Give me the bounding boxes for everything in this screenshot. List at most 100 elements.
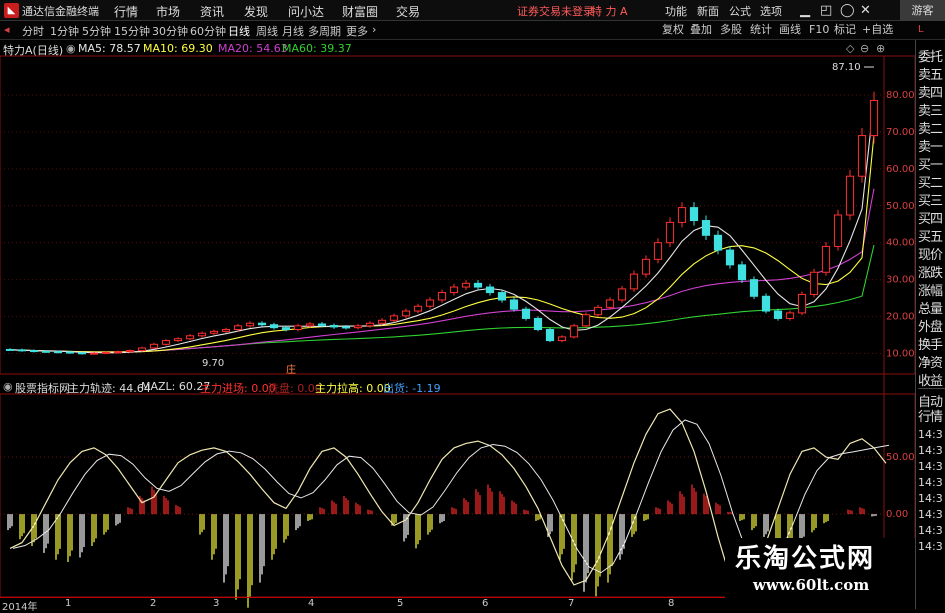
tool-add-watchlist[interactable]: +自选 [862, 22, 893, 38]
sub-indicator-settings-icon[interactable]: ◉ [3, 380, 13, 393]
tool-overlay[interactable]: 叠加 [690, 22, 712, 38]
menu-item-quotes[interactable]: 行情 [114, 3, 138, 20]
indicator-settings-icon[interactable]: ◉ [66, 42, 76, 55]
minimize-icon[interactable]: ▁ [800, 3, 810, 18]
panel-label-buy3: 买三 [918, 194, 943, 209]
menu-item-formula[interactable]: 公式 [729, 3, 751, 19]
candle-body [797, 293, 807, 314]
ma60-label: MA60: 39.37 [282, 42, 352, 55]
sub-chart-title: 股票指标网 [15, 382, 70, 395]
candle-body [713, 234, 723, 251]
restore-icon[interactable]: ◰ [820, 3, 832, 18]
menu-item-trade[interactable]: 交易 [396, 3, 420, 20]
tool-multi-stock[interactable]: 多股 [720, 22, 742, 38]
candle-body [653, 242, 663, 260]
menu-item-options[interactable]: 选项 [760, 3, 782, 19]
tick-time: 14:3 [918, 524, 943, 537]
main-panel-frame [0, 55, 915, 375]
candle-body [737, 264, 747, 281]
tab-1min[interactable]: 1分钟 [50, 23, 79, 39]
chart-area[interactable]: 80.0070.0060.0050.0040.0030.0020.0010.00… [0, 0, 915, 609]
chevron-right-icon[interactable]: › [372, 23, 376, 36]
close-icon[interactable]: ✕ [860, 3, 871, 18]
tool-adjust[interactable]: 复权 [662, 22, 684, 38]
tab-daily[interactable]: 日线 [228, 23, 250, 39]
menu-item-ask[interactable]: 问小达 [288, 3, 324, 20]
panel-label-volume: 总量 [918, 302, 943, 317]
candle-body [677, 207, 687, 223]
price-tick-label: 40.00 [886, 238, 915, 249]
candle-body [521, 308, 531, 319]
watermark-url: www.60lt.com [753, 576, 870, 594]
main-chart-title: 特力A(日线) [3, 44, 64, 57]
tool-f10[interactable]: F10 [809, 22, 829, 38]
tab-15min[interactable]: 15分钟 [114, 23, 150, 39]
tick-time: 14:3 [918, 428, 943, 441]
candle-body [869, 99, 879, 137]
panel-label-buy1: 买一 [918, 158, 943, 173]
candle-body [257, 322, 267, 326]
candle-body [389, 315, 399, 321]
tab-intraday[interactable]: 分时 [22, 23, 44, 39]
panel-label-sell5: 卖五 [918, 68, 943, 83]
tool-statistics[interactable]: 统计 [750, 22, 772, 38]
candle-body [17, 349, 27, 352]
candle-body [77, 352, 87, 355]
quote-side-panel: 委托 卖五 卖四 卖三 卖二 卖一 买一 买二 买三 买四 买五 现价 涨跌 涨… [915, 40, 945, 609]
panel-label-sell4: 卖四 [918, 86, 943, 101]
watermark-title: 乐淘公式网 [735, 544, 876, 574]
tab-30min[interactable]: 30分钟 [152, 23, 188, 39]
tick-time: 14:3 [918, 540, 943, 553]
panel-label-buy2: 买二 [918, 176, 943, 191]
candle-body [701, 220, 711, 236]
candle-body [617, 288, 627, 301]
candle-body [377, 319, 387, 324]
tab-multi-period[interactable]: 多周期 [308, 23, 341, 39]
candle-body [497, 292, 507, 301]
chart-plus-icon[interactable]: ⊕ [876, 42, 885, 55]
tick-time: 14:3 [918, 476, 943, 489]
trade-login-warning[interactable]: 证券交易未登录 [517, 3, 594, 19]
price-tick-label: 30.00 [886, 275, 915, 286]
menu-item-news[interactable]: 资讯 [200, 3, 224, 20]
candle-body [821, 245, 831, 273]
menu-item-discover[interactable]: 发现 [244, 3, 268, 20]
ma20-label: MA20: 54.63 [218, 42, 288, 55]
panel-label-change: 涨跌 [918, 266, 943, 281]
panel-label-earnings: 收益 [918, 374, 943, 389]
tool-mark[interactable]: 标记 [834, 22, 856, 38]
settings-icon[interactable]: ◯ [840, 3, 855, 18]
price-tick-label: 80.00 [886, 90, 915, 101]
candle-body [473, 282, 483, 288]
tab-60min[interactable]: 60分钟 [190, 23, 226, 39]
tab-weekly[interactable]: 周线 [256, 23, 278, 39]
candle-body [29, 350, 39, 353]
panel-toggle-icon[interactable]: L [918, 22, 924, 38]
tab-5min[interactable]: 5分钟 [82, 23, 111, 39]
panel-label-quotes[interactable]: 行情 [918, 406, 945, 425]
candle-body [89, 352, 99, 355]
tab-more[interactable]: 更多 [346, 23, 368, 39]
candle-body [437, 292, 447, 301]
tick-time: 14:3 [918, 460, 943, 473]
menu-item-wealth[interactable]: 财富圈 [342, 3, 378, 20]
tab-monthly[interactable]: 月线 [282, 23, 304, 39]
menu-item-new-page[interactable]: 新面 [697, 3, 719, 19]
tab-bar-indicator-icon: ◂ [4, 23, 10, 36]
candle-body [605, 299, 615, 308]
candle-body [425, 299, 435, 307]
candle-body [233, 325, 243, 331]
sub-item-main-entry: 主力进场: 0.00 [200, 382, 276, 395]
ma10-line [9, 134, 875, 353]
chart-diamond-icon[interactable]: ◇ [846, 42, 854, 55]
sub-chart-legend: ◉ 股票指标网 主力轨迹: 44.64 MAZL: 60.27 主力进场: 0.… [0, 377, 915, 395]
menu-item-function[interactable]: 功能 [665, 3, 687, 19]
high-price-label: 87.10 [832, 62, 861, 73]
tool-draw-line[interactable]: 画线 [779, 22, 801, 38]
candle-body [545, 329, 555, 342]
chart-minus-icon[interactable]: ⊖ [860, 42, 869, 55]
guest-button[interactable]: 游客 [900, 0, 945, 21]
panel-label-change-pct: 涨幅 [918, 284, 943, 299]
time-axis-label: 4 [308, 598, 315, 609]
menu-item-market[interactable]: 市场 [156, 3, 180, 20]
